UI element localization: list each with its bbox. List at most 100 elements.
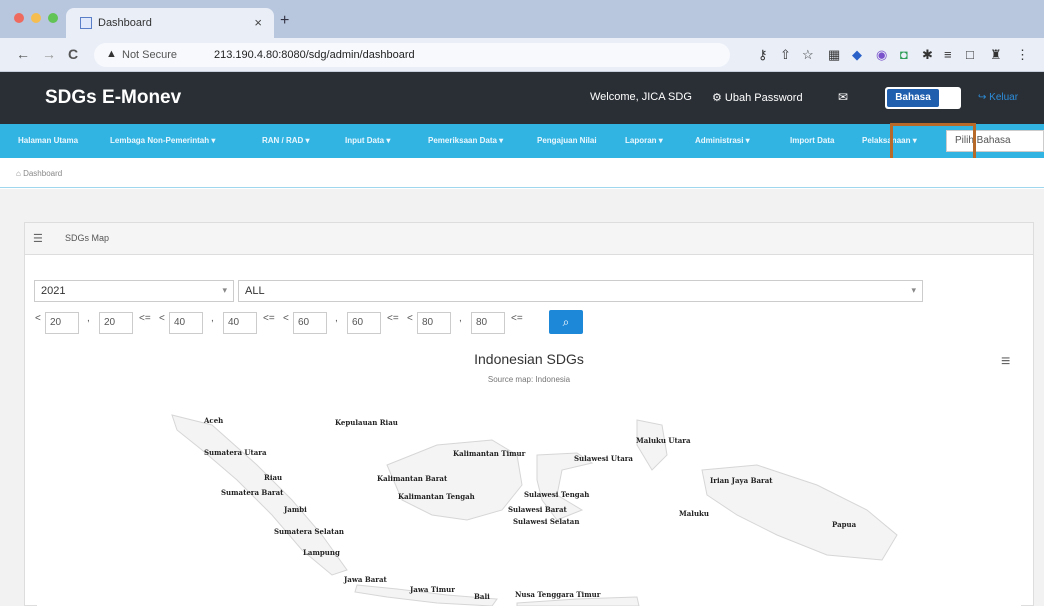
province-label[interactable]: Sulawesi Utara [574, 454, 633, 463]
bookmark-star-icon[interactable]: ☆ [802, 47, 814, 63]
year-select[interactable]: 2021 ▾ [34, 280, 234, 302]
range-op: <= [139, 313, 151, 324]
menu-item-pengajuan-nilai[interactable]: Pengajuan Nilai [537, 136, 597, 145]
range-input-5[interactable]: 60 [293, 312, 327, 334]
logout-icon: ↪ [978, 92, 990, 103]
extension-grid-icon[interactable]: ▦ [828, 47, 840, 63]
chart-menu-icon[interactable]: ≡ [1001, 353, 1010, 371]
province-label[interactable]: Sulawesi Selatan [513, 517, 579, 526]
region-select[interactable]: ALL ▾ [238, 280, 923, 302]
year-select-value: 2021 [41, 285, 66, 297]
url-text: 213.190.4.80:8080/sdg/admin/dashboard [214, 49, 415, 61]
province-label[interactable]: Irian Jaya Barat [710, 476, 772, 485]
range-op: < [35, 313, 41, 324]
range-op: <= [511, 313, 523, 324]
province-label[interactable]: Sumatera Utara [204, 448, 267, 457]
menu-item-ran-rad[interactable]: RAN / RAD ▾ [262, 136, 310, 145]
extension-blue-icon[interactable]: ◆ [852, 47, 862, 63]
breadcrumb[interactable]: ⌂ Dashboard [16, 169, 62, 178]
province-label[interactable]: Maluku [679, 509, 709, 518]
extensions-puzzle-icon[interactable]: ✱ [922, 47, 933, 63]
province-label[interactable]: Papua [832, 520, 856, 529]
range-input-1[interactable]: 20 [45, 312, 79, 334]
card-title: SDGs Map [65, 233, 110, 243]
province-label[interactable]: Jawa Timur [410, 585, 455, 594]
menu-item-pemeriksaan-data[interactable]: Pemeriksaan Data ▾ [428, 136, 503, 145]
province-label[interactable]: Kepulauan Riau [335, 418, 398, 427]
extension-green-icon[interactable]: ◘ [900, 47, 908, 62]
province-label[interactable]: Kalimantan Tengah [398, 492, 475, 501]
sidepanel-icon[interactable]: □ [966, 47, 974, 62]
key-icon[interactable]: ⚷ [758, 47, 768, 63]
chevron-down-icon: ▾ [911, 285, 916, 295]
share-icon[interactable]: ⇧ [780, 47, 791, 63]
range-input-8[interactable]: 80 [471, 312, 505, 334]
range-input-3[interactable]: 40 [169, 312, 203, 334]
menu-item-input-data[interactable]: Input Data ▾ [345, 136, 390, 145]
menu-item-import-data[interactable]: Import Data [790, 136, 834, 145]
province-label[interactable]: Kalimantan Barat [377, 474, 447, 483]
home-icon: ⌂ [16, 169, 24, 178]
welcome-text: Welcome, JICA SDG [590, 91, 692, 103]
indonesia-map: Aceh Kepulauan Riau Sumatera Utara Kalim… [37, 385, 1021, 607]
list-icon: ☰ [33, 233, 43, 245]
reload-button[interactable]: C [68, 46, 78, 62]
mail-icon[interactable]: ✉ [838, 90, 848, 104]
province-label[interactable]: Sulawesi Tengah [524, 490, 589, 499]
maximize-window-button[interactable] [48, 13, 58, 23]
province-label[interactable]: Bali [474, 592, 490, 601]
menu-item-halaman-utama[interactable]: Halaman Utama [18, 136, 78, 145]
breadcrumb-bar: ⌂ Dashboard [0, 158, 1044, 188]
new-tab-button[interactable]: + [280, 12, 289, 30]
province-label[interactable]: Nusa Tenggara Timur [515, 590, 600, 599]
page-favicon-icon [80, 17, 92, 29]
range-input-6[interactable]: 60 [347, 312, 381, 334]
tab-title: Dashboard [98, 17, 152, 29]
reading-list-icon[interactable]: ≡ [944, 47, 952, 62]
province-label[interactable]: Riau [264, 473, 282, 482]
browser-tab-bar: Dashboard × + [0, 0, 1044, 38]
address-bar[interactable]: ▲ Not Secure 213.190.4.80:8080/sdg/admin… [94, 43, 730, 67]
range-input-4[interactable]: 40 [223, 312, 257, 334]
language-toggle-label: Bahasa [887, 89, 939, 107]
province-label[interactable]: Sumatera Barat [221, 488, 283, 497]
app-brand[interactable]: SDGs E-Monev [45, 87, 181, 109]
browser-tab[interactable]: Dashboard × [66, 8, 274, 38]
back-button[interactable]: ← [16, 46, 30, 62]
maluku-shape[interactable] [636, 419, 668, 471]
province-label[interactable]: Jawa Barat [344, 575, 387, 584]
range-input-7[interactable]: 80 [417, 312, 451, 334]
province-label[interactable]: Sumatera Selatan [274, 527, 344, 536]
province-label[interactable]: Aceh [204, 416, 223, 425]
search-button[interactable]: ⌕ [549, 310, 583, 334]
range-input-2[interactable]: 20 [99, 312, 133, 334]
range-op: <= [387, 313, 399, 324]
province-label[interactable]: Kalimantan Timur [453, 449, 525, 458]
province-label[interactable]: Jambi [284, 505, 307, 514]
chart-subtitle: Source map: Indonesia [487, 375, 571, 384]
close-window-button[interactable] [14, 13, 24, 23]
extension-purple-icon[interactable]: ◉ [876, 47, 887, 63]
warning-icon: ▲ [106, 48, 117, 60]
menu-item-administrasi[interactable]: Administrasi ▾ [695, 136, 750, 145]
range-op: < [407, 313, 413, 324]
province-label[interactable]: Maluku Utara [636, 436, 691, 445]
language-toggle[interactable]: Bahasa [885, 87, 961, 109]
menu-item-laporan[interactable]: Laporan ▾ [625, 136, 663, 145]
breadcrumb-label: Dashboard [23, 169, 63, 178]
logout-label: Keluar [989, 92, 1019, 103]
forward-button[interactable]: → [42, 46, 56, 62]
province-label[interactable]: Sulawesi Barat [508, 505, 567, 514]
menu-item-lembaga[interactable]: Lembaga Non-Pemerintah ▾ [110, 136, 215, 145]
browser-menu-icon[interactable]: ⋮ [1016, 47, 1029, 63]
range-op: <= [263, 313, 275, 324]
card-header: ☰ SDGs Map [25, 223, 1033, 255]
profile-avatar-icon[interactable]: ♜ [990, 47, 1002, 63]
change-password-link[interactable]: ⚙ Ubah Password [712, 91, 803, 104]
minimize-window-button[interactable] [31, 13, 41, 23]
range-sep: , [459, 313, 462, 324]
logout-link[interactable]: ↪ Keluar [978, 92, 1018, 103]
close-tab-icon[interactable]: × [254, 15, 262, 30]
province-label[interactable]: Lampung [303, 548, 340, 557]
chart-title: Indonesian SDGs [474, 351, 584, 367]
